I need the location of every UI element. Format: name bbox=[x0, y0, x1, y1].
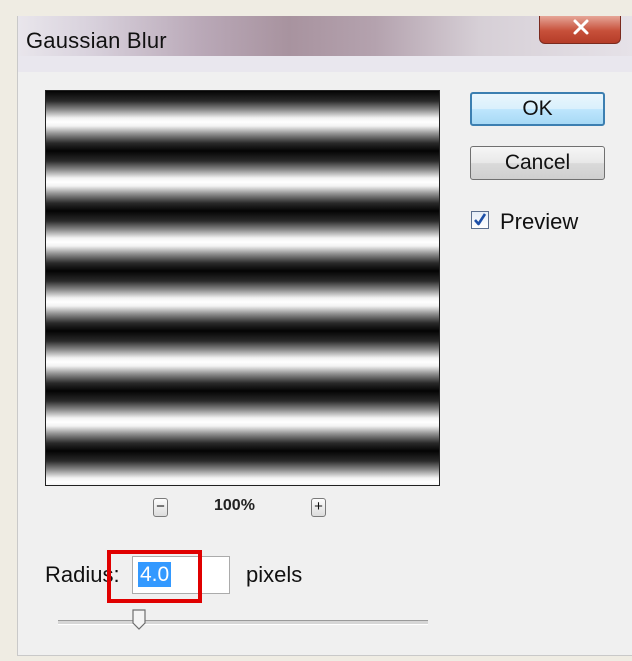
ok-button[interactable]: OK bbox=[470, 92, 605, 126]
zoom-out-button[interactable]: − bbox=[153, 498, 168, 517]
highlight-annotation bbox=[107, 550, 202, 603]
zoom-level-label: 100% bbox=[214, 497, 255, 514]
radius-slider-thumb[interactable] bbox=[132, 609, 146, 630]
gaussian-blur-dialog: Gaussian Blur − 100% + OK Cancel Preview… bbox=[17, 16, 632, 656]
preview-checkbox-label[interactable]: Preview bbox=[500, 209, 578, 235]
preview-checkbox[interactable] bbox=[471, 211, 489, 229]
title-bar[interactable]: Gaussian Blur bbox=[18, 16, 632, 72]
radius-unit-label: pixels bbox=[246, 562, 303, 587]
cancel-button[interactable]: Cancel bbox=[470, 146, 605, 180]
close-button[interactable] bbox=[539, 16, 621, 44]
zoom-in-button[interactable]: + bbox=[311, 498, 326, 517]
checkmark-icon bbox=[474, 213, 487, 226]
close-icon bbox=[573, 19, 589, 35]
dialog-title: Gaussian Blur bbox=[26, 28, 167, 53]
radius-slider-track[interactable] bbox=[58, 620, 428, 625]
blur-preview-image[interactable] bbox=[45, 90, 440, 486]
